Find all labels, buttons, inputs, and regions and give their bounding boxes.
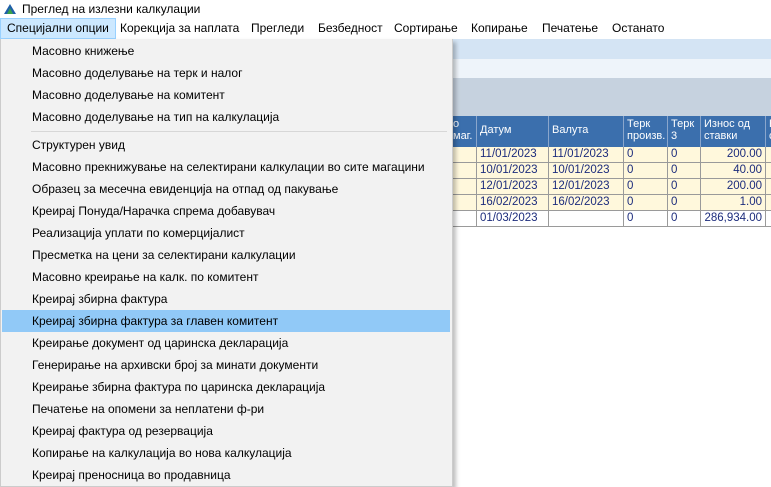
menu-sorting[interactable]: Сортирање [388, 18, 464, 39]
menu-item-create-summary-invoice[interactable]: Креирај збирна фактура [2, 288, 450, 310]
table-row[interactable]: 10/01/2023 10/01/2023 0 0 40.00 [450, 163, 771, 179]
menu-other[interactable]: Останато [606, 18, 670, 39]
menu-item-create-transfer-note[interactable]: Креирај преносница во продавница [2, 464, 450, 486]
menu-payment-correction[interactable]: Корекција за наплата [114, 18, 245, 39]
menu-item-structural-view[interactable]: Структурен увид [2, 134, 450, 156]
grid-header-date[interactable]: Датум [477, 116, 549, 147]
menu-bar: Специјални опции Корекција за наплата Пр… [0, 18, 771, 39]
grid-header-terk-prod[interactable]: Терк произв. [624, 116, 668, 147]
title-bar: Преглед на излезни калкулации [0, 0, 771, 18]
window-title: Преглед на излезни калкулации [22, 2, 201, 16]
menu-item-mass-assign-terk-order[interactable]: Масовно доделување на терк и налог [2, 62, 450, 84]
menu-item-create-offer-order[interactable]: Креирај Понуда/Нарачка спрема добавувач [2, 200, 450, 222]
table-row[interactable]: 12/01/2023 12/01/2023 0 0 200.00 [450, 179, 771, 195]
menu-reviews[interactable]: Прегледи [245, 18, 310, 39]
menu-item-copy-calculation[interactable]: Копирање на калкулација во нова калкулац… [2, 442, 450, 464]
grid-header-currency-date[interactable]: Валута [549, 116, 624, 147]
menu-item-archive-number[interactable]: Генерирање на архивски број за минати до… [2, 354, 450, 376]
menu-item-invoice-from-reservation[interactable]: Креирај фактура од резервација [2, 420, 450, 442]
menu-copying[interactable]: Копирање [465, 18, 534, 39]
menu-item-payments-by-salesman[interactable]: Реализација уплати по комерцијалист [2, 222, 450, 244]
menu-item-mass-assign-calc-type[interactable]: Масовно доделување на тип на калкулација [2, 106, 450, 128]
menu-item-mass-rebook[interactable]: Масовно прекнижување на селектирани калк… [2, 156, 450, 178]
menu-printing[interactable]: Печатење [536, 18, 604, 39]
menu-item-summary-invoice-customs[interactable]: Креирање збирна фактура по царинска декл… [2, 376, 450, 398]
special-options-dropdown: Масовно книжење Масовно доделување на те… [0, 39, 453, 487]
menu-item-mass-assign-customer[interactable]: Масовно доделување на комитент [2, 84, 450, 106]
grid-header-extra[interactable]: К с [766, 116, 771, 147]
menu-security[interactable]: Безбедност [312, 18, 389, 39]
menu-item-packaging-waste-form[interactable]: Образец за месечна евиденција на отпад о… [2, 178, 450, 200]
table-row-total[interactable]: 01/03/2023 0 0 286,934.00 [450, 211, 771, 227]
menu-separator [31, 131, 447, 132]
table-row[interactable]: 11/01/2023 11/01/2023 0 0 200.00 [450, 147, 771, 163]
menu-special-options[interactable]: Специјални опции [0, 18, 116, 39]
menu-item-print-reminders[interactable]: Печатење на опомени за неплатени ф-ри [2, 398, 450, 420]
table-row[interactable]: 16/02/2023 16/02/2023 0 0 1.00 [450, 195, 771, 211]
app-logo-icon [3, 2, 17, 16]
menu-item-mass-posting[interactable]: Масовно книжење [2, 40, 450, 62]
menu-item-summary-invoice-main-customer[interactable]: Креирај збирна фактура за главен комитен… [2, 310, 450, 332]
menu-item-document-from-customs[interactable]: Креирање документ од царинска декларациј… [2, 332, 450, 354]
grid-header-amount[interactable]: Износ од ставки [701, 116, 766, 147]
menu-item-price-calculation[interactable]: Пресметка на цени за селектирани калкула… [2, 244, 450, 266]
menu-item-mass-create-calc[interactable]: Масовно креирање на калк. по комитент [2, 266, 450, 288]
grid-header-terk3[interactable]: Терк 3 [668, 116, 701, 147]
grid-header-warehouse[interactable]: о маг. [450, 116, 477, 147]
